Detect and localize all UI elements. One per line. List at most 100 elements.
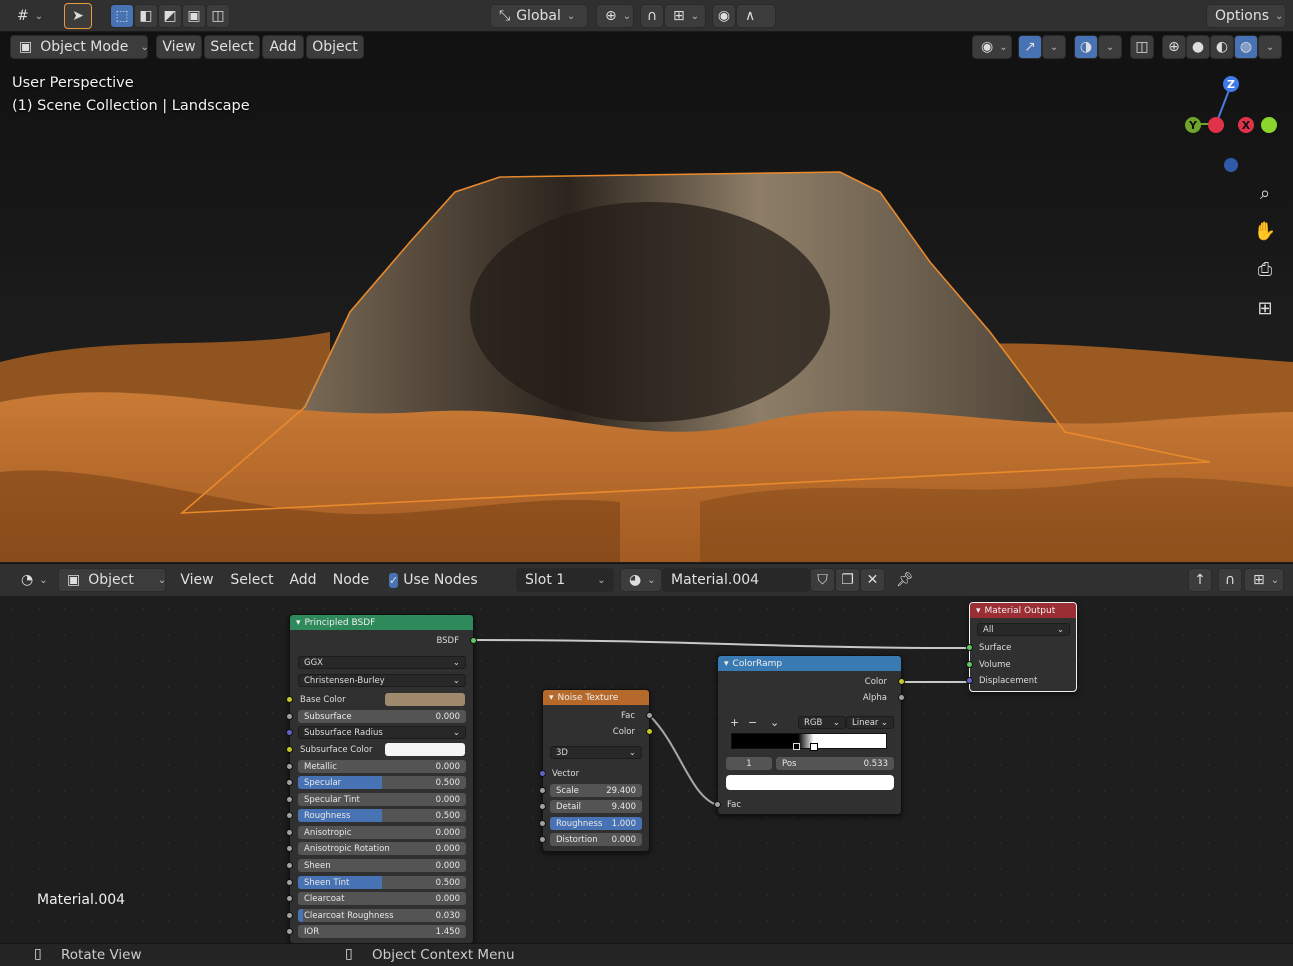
object-mode-dropdown[interactable]: ▣ Object Mode ⌄: [10, 35, 149, 59]
node-menu[interactable]: Node: [326, 568, 376, 592]
metallic-field[interactable]: Metallic 0.000: [298, 760, 466, 773]
colorramp-node[interactable]: ▾ ColorRamp Color Alpha + − ⌄ RGB ⌄ Linear…: [714, 655, 905, 815]
base-color-swatch[interactable]: [385, 693, 465, 706]
clearcoat-roughness-socket[interactable]: [286, 912, 293, 919]
node-snap-dropdown[interactable]: ⊞ ⌄: [1244, 568, 1284, 592]
clearcoat-roughness-field[interactable]: Clearcoat Roughness 0.030: [298, 909, 466, 922]
gizmo-neg-z-axis[interactable]: [1224, 158, 1238, 172]
pan-hand-icon[interactable]: ✋: [1250, 216, 1280, 246]
material-browse-button[interactable]: ◕ ⌄: [620, 568, 662, 592]
fake-user-button[interactable]: ⛉: [810, 568, 835, 592]
anisotropic-field[interactable]: Anisotropic 0.000: [298, 826, 466, 839]
fac-input-socket[interactable]: [714, 801, 721, 808]
overlays-dropdown[interactable]: ⌄: [1098, 35, 1122, 59]
subsurface-method-dropdown[interactable]: Christensen-Burley ⌄: [298, 674, 466, 687]
pin-button[interactable]: 📌︎: [892, 568, 918, 592]
select-new-button[interactable]: ⬚: [110, 4, 134, 28]
parent-node-tree-button[interactable]: ↑: [1188, 568, 1212, 592]
transform-orientation-dropdown[interactable]: ⤡ Global ⌄: [490, 4, 588, 28]
camera-view-icon[interactable]: ⎙: [1250, 254, 1280, 284]
alpha-output-socket[interactable]: [898, 694, 905, 701]
metallic-socket[interactable]: [286, 763, 293, 770]
stop-position-field[interactable]: Pos 0.533: [776, 757, 894, 770]
colorramp-header[interactable]: ▾ ColorRamp: [718, 656, 901, 671]
visibility-dropdown[interactable]: ◉ ⌄: [972, 35, 1012, 59]
surface-input-socket[interactable]: [966, 644, 973, 651]
detail-socket[interactable]: [539, 803, 546, 810]
interpolation-dropdown[interactable]: Linear ⌄: [846, 716, 894, 729]
select-subtract-button[interactable]: ◩: [158, 4, 182, 28]
anisotropic-rotation-socket[interactable]: [286, 845, 293, 852]
overlays-toggle[interactable]: ◑: [1074, 35, 1098, 59]
subsurface-field[interactable]: Subsurface 0.000: [298, 710, 466, 723]
material-output-header[interactable]: ▾ Material Output: [970, 603, 1076, 618]
node-snap-toggle[interactable]: ∩: [1218, 568, 1242, 592]
gizmo-dropdown[interactable]: ⌄: [1042, 35, 1066, 59]
stop-color-swatch[interactable]: [726, 775, 894, 790]
noise-texture-header[interactable]: ▾ Noise Texture: [543, 690, 649, 705]
snap-toggle[interactable]: ∩: [640, 4, 664, 28]
noise-roughness-socket[interactable]: [539, 820, 546, 827]
node-select-menu[interactable]: Select: [224, 568, 280, 592]
roughness-field[interactable]: Roughness 0.500: [298, 809, 466, 822]
base-color-socket[interactable]: [286, 696, 293, 703]
options-dropdown[interactable]: Options ⌄: [1206, 4, 1286, 28]
displacement-input-socket[interactable]: [966, 677, 973, 684]
roughness-socket[interactable]: [286, 812, 293, 819]
object-menu[interactable]: Object: [306, 35, 364, 59]
node-add-menu[interactable]: Add: [282, 568, 324, 592]
distortion-field[interactable]: Distortion 0.000: [550, 833, 642, 846]
color-output-socket[interactable]: [646, 728, 653, 735]
ramp-menu-chevron-icon[interactable]: ⌄: [770, 716, 779, 729]
select-extend-button[interactable]: ◧: [134, 4, 158, 28]
subsurface-color-socket[interactable]: [286, 746, 293, 753]
distribution-dropdown[interactable]: GGX ⌄: [298, 656, 466, 669]
ramp-stop-white[interactable]: [810, 743, 818, 751]
view-menu[interactable]: View: [156, 35, 202, 59]
specular-tint-socket[interactable]: [286, 796, 293, 803]
volume-input-socket[interactable]: [966, 661, 973, 668]
scale-field[interactable]: Scale 29.400: [550, 784, 642, 797]
editor-type-button[interactable]: ◔ ⌄: [12, 568, 52, 592]
noise-roughness-field[interactable]: Roughness 1.000: [550, 817, 642, 830]
zoom-icon[interactable]: ⌕: [1250, 178, 1280, 208]
material-name-field[interactable]: Material.004: [662, 568, 810, 592]
select-menu[interactable]: Select: [204, 35, 260, 59]
color-output-socket[interactable]: [898, 678, 905, 685]
anisotropic-rotation-field[interactable]: Anisotropic Rotation 0.000: [298, 842, 466, 855]
color-ramp-gradient[interactable]: [731, 733, 887, 749]
gizmo-z-axis[interactable]: Z: [1223, 76, 1239, 92]
clearcoat-field[interactable]: Clearcoat 0.000: [298, 892, 466, 905]
snap-target-dropdown[interactable]: ⊞ ⌄: [664, 4, 706, 28]
pivot-point-dropdown[interactable]: ⊕ ⌄: [596, 4, 634, 28]
shader-type-dropdown[interactable]: ▣ Object ⌄: [58, 568, 166, 592]
remove-stop-button[interactable]: −: [748, 716, 757, 729]
ior-field[interactable]: IOR 1.450: [298, 925, 466, 938]
gizmo-x-axis[interactable]: X: [1238, 117, 1254, 133]
select-intersect-button[interactable]: ◫: [206, 4, 230, 28]
distortion-socket[interactable]: [539, 836, 546, 843]
fac-output-socket[interactable]: [646, 712, 653, 719]
proportional-edit-toggle[interactable]: ◉: [712, 4, 736, 28]
shading-solid[interactable]: ●: [1186, 35, 1210, 59]
unlink-material-button[interactable]: ✕: [860, 568, 885, 592]
anisotropic-socket[interactable]: [286, 829, 293, 836]
shading-wireframe[interactable]: ⊕: [1162, 35, 1186, 59]
clearcoat-socket[interactable]: [286, 895, 293, 902]
select-tool-button[interactable]: ➤: [64, 3, 92, 29]
sheen-field[interactable]: Sheen 0.000: [298, 859, 466, 872]
subsurface-socket[interactable]: [286, 713, 293, 720]
subsurface-radius-socket[interactable]: [286, 729, 293, 736]
node-view-menu[interactable]: View: [174, 568, 220, 592]
bsdf-output-socket[interactable]: [470, 637, 477, 644]
falloff-dropdown[interactable]: ∧: [736, 4, 776, 28]
gizmo-y-axis[interactable]: Y: [1185, 117, 1201, 133]
sheen-socket[interactable]: [286, 862, 293, 869]
output-target-dropdown[interactable]: All ⌄: [977, 623, 1070, 636]
subsurface-color-swatch[interactable]: [385, 743, 465, 756]
editor-type-button[interactable]: # ⌄: [8, 4, 48, 28]
ramp-stop-black[interactable]: [793, 743, 800, 750]
add-stop-button[interactable]: +: [730, 716, 739, 729]
active-stop-index[interactable]: 1: [726, 757, 772, 770]
ortho-grid-icon[interactable]: ⊞: [1250, 293, 1280, 323]
